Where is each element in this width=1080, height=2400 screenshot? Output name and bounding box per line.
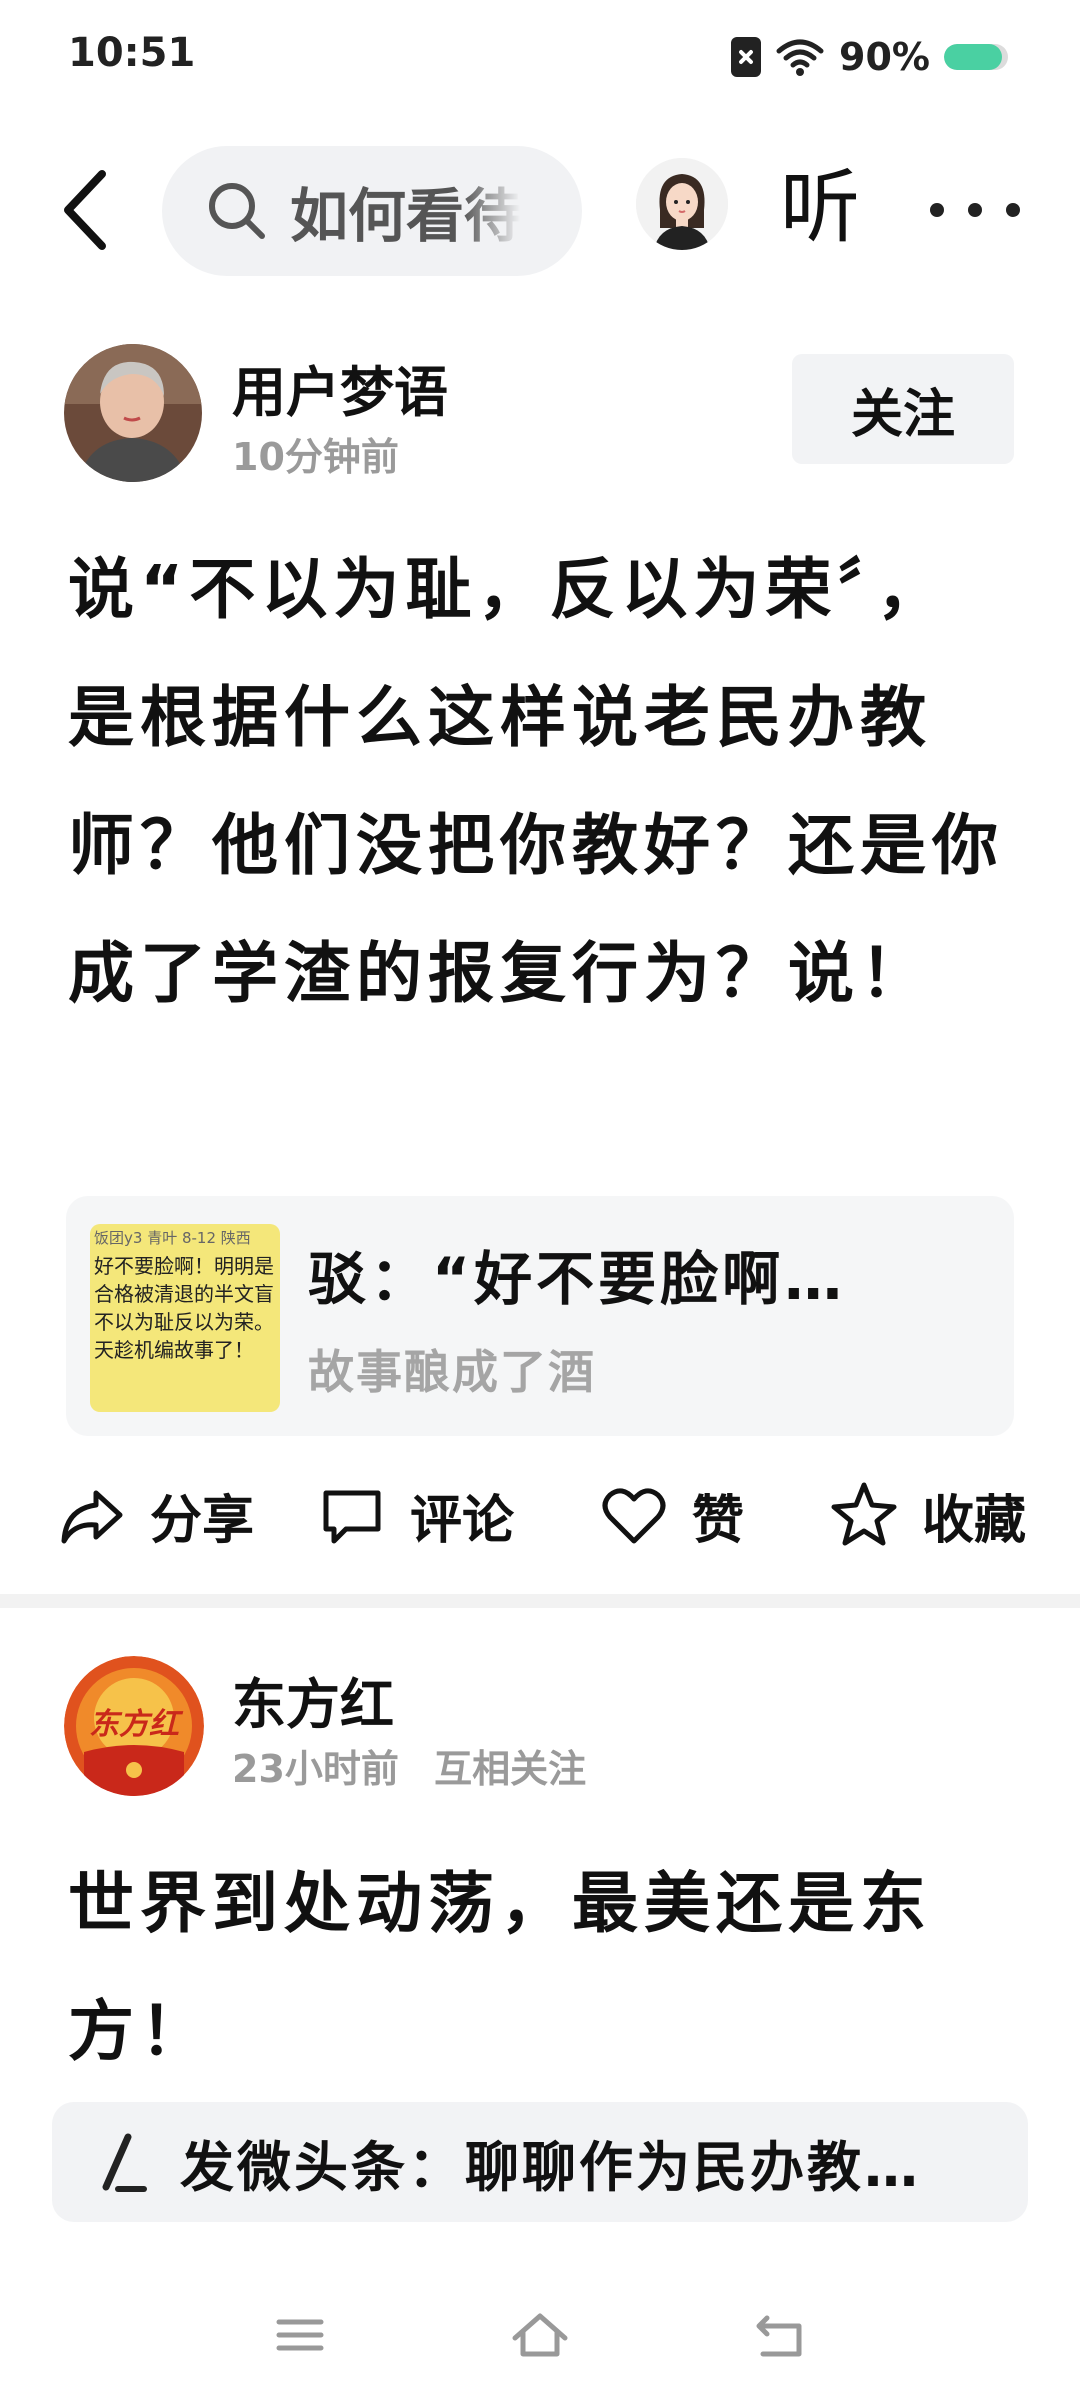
relation-label: 互相关注 [434,1747,587,1791]
post-time: 10分钟前 [232,435,399,479]
account-logo[interactable]: 东方红 [64,1656,204,1796]
search-box[interactable]: 如何看待 [162,146,582,276]
share-label: 分享 [150,1490,255,1551]
quote-thumbnail: 饭团y3 青叶 8-12 陕西 好不要脸啊！明明是 合格被清退的半文盲 不以为耻… [90,1224,280,1412]
user-name[interactable]: 用户梦语 [232,348,448,427]
quoted-article-card[interactable]: 饭团y3 青叶 8-12 陕西 好不要脸啊！明明是 合格被清退的半文盲 不以为耻… [66,1196,1014,1436]
wifi-icon [776,39,824,76]
search-icon [209,183,265,239]
post-meta: 23小时前 互相关注 [232,1738,586,1793]
user-avatar[interactable] [64,344,202,482]
quote-source: 故事酿成了酒 [308,1345,596,1399]
search-query: 如何看待 [290,182,520,250]
menu-icon[interactable] [265,2300,335,2370]
back-nav-icon[interactable] [745,2300,815,2370]
quote-title: 驳：“好不要脸啊… [308,1245,847,1313]
status-time: 10:51 [68,30,196,76]
dot [930,203,944,217]
share-button[interactable]: 分享 [56,1460,254,1570]
like-label: 赞 [692,1490,745,1551]
post-header: 用户梦语 10分钟前 关注 [0,340,1080,490]
follow-button[interactable]: 关注 [792,354,1014,464]
post-text[interactable]: 世界到处动荡，最美还是东方！ [68,1840,1018,2096]
chevron-left-icon [64,170,106,250]
favorite-button[interactable]: 收藏 [828,1460,1026,1570]
system-nav-bar [0,2290,1080,2380]
avatar-icon [636,158,728,250]
comment-button[interactable]: 评论 [316,1460,514,1570]
assistant-avatar[interactable] [636,158,728,250]
battery-icon [944,44,1008,70]
thumb-line: 不以为耻反以为荣。 [94,1310,274,1334]
thumb-line: 天趁机编故事了！ [94,1338,254,1362]
battery-percent: 90% [839,35,930,79]
status-icons: 90% [731,32,1008,82]
status-bar: 10:51 90% [0,0,1080,110]
favorite-label: 收藏 [922,1490,1027,1551]
thumb-line: 好不要脸啊！明明是 [94,1254,274,1278]
comment-label: 评论 [410,1490,515,1551]
pen-icon [102,2133,147,2192]
dongfanghong-logo: 东方红 [64,1656,204,1796]
top-nav: 如何看待 听 [0,130,1080,290]
share-icon [61,1490,123,1544]
logo-text: 东方红 [89,1707,184,1742]
post-text[interactable]: 说“不以为耻，反以为荣〞，是根据什么这样说老民办教师？他们没把你教好？还是你成了… [68,526,1018,1038]
compose-placeholder: 发微头条：聊聊作为民办教… [180,2135,921,2199]
user-photo [64,344,202,482]
post-time: 23小时前 [232,1747,399,1791]
dot [968,203,982,217]
action-bar: 分享 评论 赞 收藏 [0,1460,1080,1570]
post-header: 东方红 东方红 23小时前 互相关注 [0,1652,1080,1802]
star-icon [831,1482,897,1546]
no-sim-icon [731,37,762,77]
more-options-icon[interactable] [930,180,1020,240]
thumb-line: 饭团y3 青叶 8-12 陕西 [94,1229,251,1247]
feed-divider [0,1594,1080,1608]
like-button[interactable]: 赞 [598,1460,744,1570]
home-icon[interactable] [505,2300,575,2370]
back-button[interactable] [52,160,122,260]
battery-fill [944,44,1002,70]
account-name[interactable]: 东方红 [232,1660,394,1739]
dot [1006,203,1020,217]
compose-bar[interactable]: 发微头条：聊聊作为民办教… [52,2102,1028,2222]
thumb-line: 合格被清退的半文盲 [94,1282,274,1306]
listen-button[interactable]: 听 [780,148,860,268]
heart-icon [602,1488,666,1544]
comment-icon [323,1490,381,1544]
